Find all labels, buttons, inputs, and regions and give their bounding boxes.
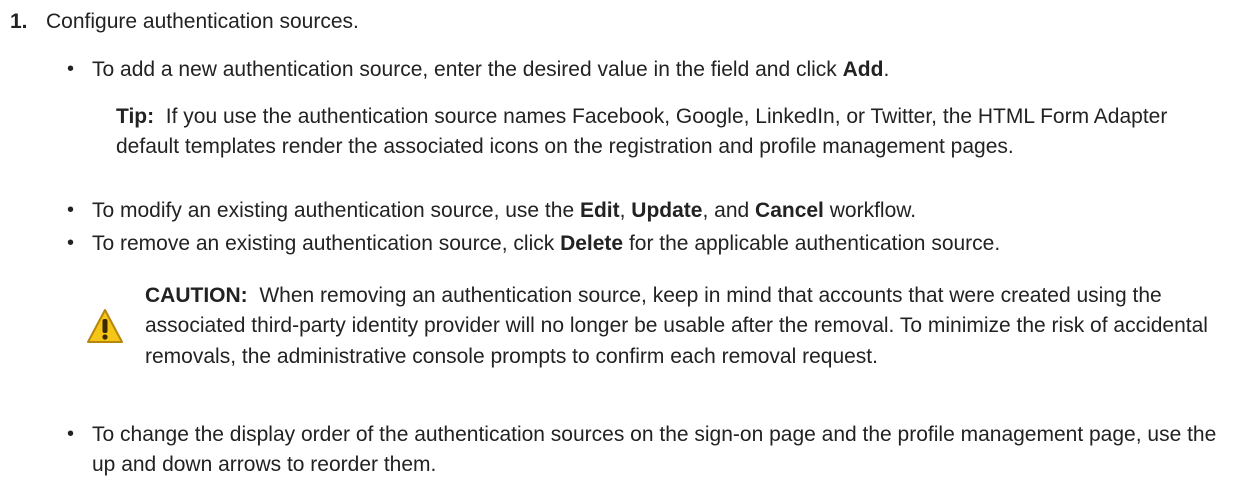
tip-note: Tip: If you use the authentication sourc… (116, 102, 1226, 163)
bullet-text: To modify an existing authentication sou… (92, 199, 580, 222)
bullet-text-end: for the applicable authentication source… (623, 232, 1001, 255)
step-number: 1. (10, 10, 28, 33)
tip-text: If you use the authentication source nam… (116, 105, 1168, 159)
edit-ref: Edit (579, 199, 620, 222)
tip-label: Tip: (116, 105, 155, 128)
warning-icon (87, 309, 123, 343)
cancel-ref: Cancel (755, 199, 824, 222)
step-title: Configure authentication sources. (46, 10, 359, 33)
step-heading: 1. Configure authentication sources. (10, 7, 359, 37)
caution-text: When removing an authentication source, … (145, 284, 1208, 368)
bullet-text: To remove an existing authentication sou… (92, 232, 561, 255)
bullet-dot: • (67, 423, 75, 445)
caution-label: CAUTION: (145, 284, 248, 307)
list-item-modify: • To modify an existing authentication s… (67, 196, 1242, 226)
bullet-dot: • (67, 199, 75, 221)
delete-ref: Delete (560, 232, 624, 255)
caution-note: CAUTION: When removing an authentication… (145, 281, 1245, 372)
add-button-ref: Add (842, 58, 884, 81)
list-item-remove: • To remove an existing authentication s… (67, 229, 1242, 259)
bullet-dot: • (67, 232, 75, 254)
bullet-text-end: . (883, 58, 890, 81)
document: 1. Configure authentication sources. • To… (0, 0, 1253, 481)
bullet-text: To add a new authentication source, ente… (92, 58, 843, 81)
bullet-sep: , and (702, 199, 756, 222)
bullet-text-end: workflow. (823, 199, 917, 222)
update-ref: Update (631, 199, 703, 222)
bullet-sep: , (619, 199, 632, 222)
bullet-text: To change the display order of the authe… (92, 423, 1217, 477)
list-item-reorder: • To change the display order of the aut… (67, 420, 1242, 481)
bullet-dot: • (67, 58, 75, 80)
list-item-add: • To add a new authentication source, en… (67, 55, 1242, 85)
